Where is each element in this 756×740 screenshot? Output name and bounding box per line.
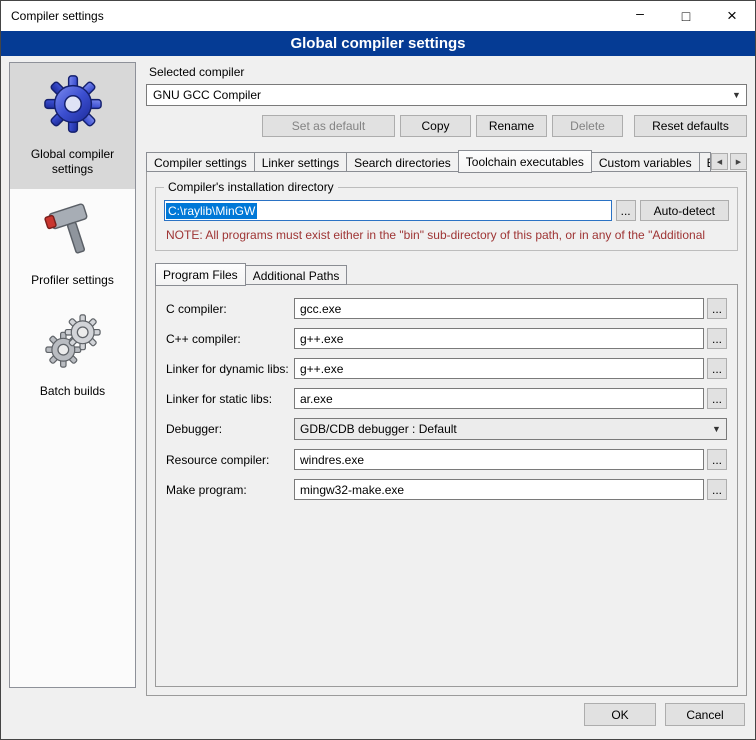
tab-build-options[interactable]: Buil: [699, 152, 711, 172]
resource-compiler-input[interactable]: windres.exe: [294, 449, 704, 470]
delete-button[interactable]: Delete: [552, 115, 623, 137]
resource-compiler-label: Resource compiler:: [166, 453, 294, 467]
linker-static-input[interactable]: ar.exe: [294, 388, 704, 409]
copy-button[interactable]: Copy: [400, 115, 471, 137]
profiler-tool-icon: [42, 199, 104, 264]
field-row-resource-compiler: Resource compiler: windres.exe ...: [166, 449, 727, 470]
sidebar-item-label: Batch builds: [40, 384, 105, 399]
linker-dynamic-input[interactable]: g++.exe: [294, 358, 704, 379]
c-compiler-browse-button[interactable]: ...: [707, 298, 727, 319]
make-program-value: mingw32-make.exe: [300, 483, 404, 497]
dialog-footer: OK Cancel: [1, 698, 755, 739]
titlebar[interactable]: Compiler settings – □ ×: [1, 1, 755, 31]
rename-button[interactable]: Rename: [476, 115, 547, 137]
install-dir-browse-button[interactable]: ...: [616, 200, 636, 221]
maximize-icon: □: [682, 8, 690, 24]
tab-linker-settings[interactable]: Linker settings: [254, 152, 347, 172]
linker-dynamic-value: g++.exe: [300, 362, 343, 376]
tab-search-directories[interactable]: Search directories: [346, 152, 459, 172]
compiler-settings-window: Compiler settings – □ × Global compiler …: [0, 0, 756, 740]
linker-dynamic-browse-button[interactable]: ...: [707, 358, 727, 379]
program-tabbar: Program Files Additional Paths: [155, 263, 738, 285]
selected-compiler-dropdown[interactable]: GNU GCC Compiler ▼: [146, 84, 747, 106]
c-compiler-value: gcc.exe: [300, 302, 341, 316]
install-dir-note: NOTE: All programs must exist either in …: [166, 228, 729, 242]
ok-button[interactable]: OK: [584, 703, 656, 726]
field-row-cpp-compiler: C++ compiler: g++.exe ...: [166, 328, 727, 349]
tab-program-files[interactable]: Program Files: [155, 263, 246, 286]
tab-toolchain-executables[interactable]: Toolchain executables: [458, 150, 592, 173]
field-row-c-compiler: C compiler: gcc.exe ...: [166, 298, 727, 319]
sidebar-item-global-compiler-settings[interactable]: Global compiler settings: [10, 63, 135, 189]
main-area: Selected compiler GNU GCC Compiler ▼ Set…: [146, 62, 747, 696]
debugger-label: Debugger:: [166, 422, 294, 436]
tab-scroll-left-icon[interactable]: ◀: [711, 153, 728, 170]
debugger-value: GDB/CDB debugger : Default: [300, 422, 457, 436]
cancel-button[interactable]: Cancel: [665, 703, 745, 726]
field-row-linker-dynamic: Linker for dynamic libs: g++.exe ...: [166, 358, 727, 379]
program-files-panel: C compiler: gcc.exe ... C++ compiler: g+…: [155, 284, 738, 687]
cpp-compiler-input[interactable]: g++.exe: [294, 328, 704, 349]
install-dir-groupbox: Compiler's installation directory C:\ray…: [155, 180, 738, 251]
linker-static-browse-button[interactable]: ...: [707, 388, 727, 409]
reset-defaults-button[interactable]: Reset defaults: [634, 115, 747, 137]
resource-compiler-value: windres.exe: [300, 453, 364, 467]
set-as-default-button[interactable]: Set as default: [262, 115, 395, 137]
dialog-content: Global compiler settings Profiler settin…: [1, 56, 755, 698]
selected-compiler-value: GNU GCC Compiler: [153, 88, 261, 102]
cpp-compiler-value: g++.exe: [300, 332, 343, 346]
chevron-down-icon: ▼: [727, 85, 746, 105]
tab-compiler-settings[interactable]: Compiler settings: [146, 152, 255, 172]
tab-scroll-buttons: ◀ ▶: [711, 153, 747, 172]
sidebar-item-label: Global compiler settings: [14, 147, 131, 177]
sidebar-item-label: Profiler settings: [31, 273, 114, 288]
selected-compiler-label: Selected compiler: [149, 65, 747, 79]
install-dir-selected-text: C:\raylib\MinGW: [166, 203, 257, 219]
sidebar-item-batch-builds[interactable]: Batch builds: [10, 300, 135, 411]
tab-custom-variables[interactable]: Custom variables: [591, 152, 700, 172]
window-controls: – □ ×: [617, 1, 755, 31]
toolchain-panel: Compiler's installation directory C:\ray…: [146, 171, 747, 696]
make-program-input[interactable]: mingw32-make.exe: [294, 479, 704, 500]
field-row-make-program: Make program: mingw32-make.exe ...: [166, 479, 727, 500]
maximize-button[interactable]: □: [663, 1, 709, 31]
window-title: Compiler settings: [11, 9, 104, 23]
compiler-actions: Set as default Copy Rename Delete Reset …: [146, 115, 747, 137]
install-dir-group-label: Compiler's installation directory: [164, 180, 338, 194]
page-title: Global compiler settings: [1, 31, 755, 56]
sidebar-item-profiler-settings[interactable]: Profiler settings: [10, 189, 135, 300]
minimize-button[interactable]: –: [617, 1, 663, 31]
resource-compiler-browse-button[interactable]: ...: [707, 449, 727, 470]
cpp-compiler-browse-button[interactable]: ...: [707, 328, 727, 349]
tab-additional-paths[interactable]: Additional Paths: [245, 265, 348, 285]
install-dir-row: C:\raylib\MinGW ... Auto-detect: [164, 200, 729, 221]
sidebar: Global compiler settings Profiler settin…: [9, 62, 136, 688]
chevron-down-icon: ▼: [707, 419, 726, 439]
debugger-select[interactable]: GDB/CDB debugger : Default ▼: [294, 418, 727, 440]
close-button[interactable]: ×: [709, 1, 755, 31]
field-row-linker-static: Linker for static libs: ar.exe ...: [166, 388, 727, 409]
c-compiler-label: C compiler:: [166, 302, 294, 316]
field-row-debugger: Debugger: GDB/CDB debugger : Default ▼: [166, 418, 727, 440]
minimize-icon: –: [636, 5, 644, 21]
make-program-browse-button[interactable]: ...: [707, 479, 727, 500]
tab-scroll-right-icon[interactable]: ▶: [730, 153, 747, 170]
cpp-compiler-label: C++ compiler:: [166, 332, 294, 346]
close-icon: ×: [727, 6, 737, 26]
autodetect-button[interactable]: Auto-detect: [640, 200, 729, 221]
linker-static-label: Linker for static libs:: [166, 392, 294, 406]
linker-static-value: ar.exe: [300, 392, 333, 406]
install-dir-input[interactable]: C:\raylib\MinGW: [164, 200, 612, 221]
settings-tabbar: Compiler settings Linker settings Search…: [146, 150, 747, 172]
make-program-label: Make program:: [166, 483, 294, 497]
gray-gears-icon: [42, 310, 104, 375]
blue-gear-icon: [42, 73, 104, 138]
c-compiler-input[interactable]: gcc.exe: [294, 298, 704, 319]
linker-dynamic-label: Linker for dynamic libs:: [166, 362, 294, 376]
